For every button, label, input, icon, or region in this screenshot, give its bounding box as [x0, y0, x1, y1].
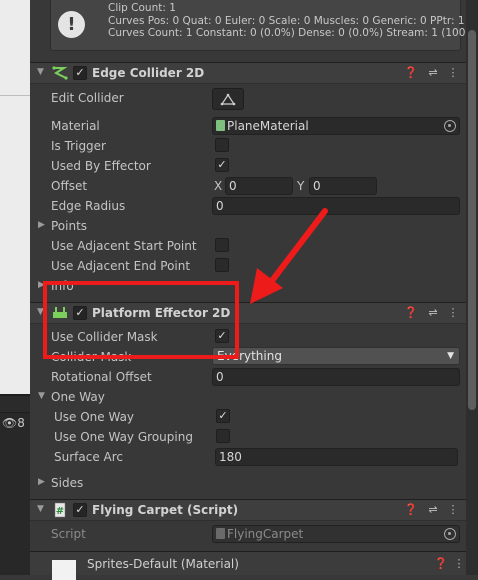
script-row: Script FlyingCarpet: [30, 524, 466, 544]
fold-arrow-icon[interactable]: ▼: [37, 504, 44, 514]
curves-pos-text: Curves Pos: 0 Quat: 0 Euler: 0 Scale: 0 …: [108, 14, 465, 27]
edit-collider-button[interactable]: [212, 88, 244, 110]
script-label: Script: [51, 527, 86, 541]
annotation-highlight-box: [43, 281, 239, 359]
rotational-offset-row: Rotational Offset 0: [30, 367, 466, 387]
more-menu-icon[interactable]: ⋮: [446, 66, 460, 80]
adjacent-end-row: Use Adjacent End Point: [30, 256, 466, 276]
use-one-way-grouping-label: Use One Way Grouping: [54, 430, 193, 444]
more-menu-icon[interactable]: ⋮: [446, 306, 460, 320]
use-one-way-label: Use One Way: [54, 410, 135, 424]
offset-row: Offset X 0 Y 0: [30, 176, 466, 196]
fold-arrow-icon[interactable]: ▼: [37, 67, 44, 77]
offset-y-field[interactable]: 0: [309, 177, 377, 195]
rotational-offset-field[interactable]: 0: [212, 368, 460, 386]
is-trigger-label: Is Trigger: [51, 139, 106, 153]
use-one-way-row: Use One Way ✓: [30, 407, 466, 427]
visibility-eye-icon[interactable]: 👁8: [0, 413, 30, 433]
surface-arc-field[interactable]: 180: [215, 448, 458, 466]
component-title: Flying Carpet (Script): [92, 503, 239, 517]
adjacent-start-label: Use Adjacent Start Point: [51, 239, 197, 253]
adjacent-end-checkbox[interactable]: [215, 258, 229, 272]
use-one-way-grouping-checkbox[interactable]: [216, 429, 230, 443]
object-picker-icon: [444, 528, 456, 540]
points-row[interactable]: ▶ Points: [30, 216, 466, 236]
edit-polygon-icon: [220, 93, 236, 106]
flying-carpet-header[interactable]: ▼ # ✓ Flying Carpet (Script) ❓ ⇌ ⋮: [30, 499, 466, 521]
physics-material-icon: [216, 120, 225, 131]
edge-radius-label: Edge Radius: [51, 199, 126, 213]
collapse-arrow-icon[interactable]: ▼: [38, 391, 45, 401]
offset-x-field[interactable]: 0: [225, 177, 293, 195]
one-way-label: One Way: [51, 390, 105, 404]
points-label: Points: [51, 219, 88, 233]
expand-arrow-icon[interactable]: ▶: [38, 220, 45, 230]
preset-icon[interactable]: ⇌: [426, 306, 440, 320]
dropdown-arrow-icon: ▼: [447, 351, 454, 361]
object-picker-icon[interactable]: [444, 120, 456, 132]
edge-radius-row: Edge Radius 0: [30, 196, 466, 216]
use-one-way-grouping-row: Use One Way Grouping: [30, 427, 466, 447]
help-icon[interactable]: ❓: [404, 66, 418, 80]
animation-info-box: ! Clip Count: 1 Curves Pos: 0 Quat: 0 Eu…: [50, 0, 478, 51]
more-menu-icon[interactable]: ⋮: [446, 503, 460, 517]
edge-collider-icon: [52, 66, 68, 80]
help-icon[interactable]: ❓: [434, 557, 448, 571]
adjacent-start-row: Use Adjacent Start Point: [30, 236, 466, 256]
component-enabled-checkbox[interactable]: ✓: [73, 66, 87, 80]
scrollbar[interactable]: [466, 0, 478, 575]
component-enabled-checkbox[interactable]: ✓: [73, 503, 87, 517]
material-row: Material PlaneMaterial: [30, 116, 466, 136]
scene-view-area[interactable]: [0, 0, 30, 395]
expand-arrow-icon[interactable]: ▶: [38, 477, 45, 487]
help-icon[interactable]: ❓: [404, 306, 418, 320]
preset-icon[interactable]: ⇌: [426, 503, 440, 517]
offset-label: Offset: [51, 179, 88, 193]
adjacent-start-checkbox[interactable]: [215, 238, 229, 252]
rotational-offset-label: Rotational Offset: [51, 370, 152, 384]
hidden-count: 8: [17, 416, 25, 430]
sides-row[interactable]: ▶ Sides: [30, 473, 466, 493]
adjacent-end-label: Use Adjacent End Point: [51, 259, 191, 273]
edit-collider-label: Edit Collider: [51, 91, 124, 105]
preset-icon[interactable]: ⇌: [426, 66, 440, 80]
script-value: FlyingCarpet: [227, 527, 304, 541]
curves-count-text: Curves Count: 1 Constant: 0 (0.0%) Dense…: [108, 27, 478, 39]
component-title: Edge Collider 2D: [92, 66, 205, 80]
edge-collider-header[interactable]: ▼ ✓ Edge Collider 2D ❓ ⇌ ⋮: [30, 62, 466, 84]
help-icon[interactable]: ❓: [404, 503, 418, 517]
use-one-way-checkbox[interactable]: ✓: [216, 409, 230, 423]
used-by-effector-row: Used By Effector ✓: [30, 156, 466, 176]
script-field: FlyingCarpet: [212, 525, 460, 543]
material-label: Material: [51, 119, 100, 133]
hierarchy-panel: 👁8: [0, 0, 30, 575]
more-menu-icon[interactable]: ⋮: [452, 557, 466, 571]
is-trigger-checkbox[interactable]: [215, 138, 229, 152]
material-title: Sprites-Default (Material): [87, 557, 239, 571]
is-trigger-row: Is Trigger: [30, 136, 466, 156]
info-icon: !: [58, 11, 85, 38]
surface-arc-label: Surface Arc: [54, 450, 124, 464]
surface-arc-row: Surface Arc 180: [30, 447, 466, 467]
svg-text:#: #: [56, 506, 64, 517]
scrollbar-thumb[interactable]: [468, 30, 476, 410]
clip-count-text: Clip Count: 1: [108, 2, 176, 14]
used-by-effector-label: Used By Effector: [51, 159, 151, 173]
material-footer[interactable]: Sprites-Default (Material) ❓ ⋮: [30, 551, 466, 580]
collider-mask-dropdown[interactable]: Everything ▼: [212, 347, 460, 365]
script-icon: #: [54, 502, 66, 518]
used-by-effector-checkbox[interactable]: ✓: [215, 158, 229, 172]
edge-radius-field[interactable]: 0: [212, 197, 460, 215]
panel-divider: [0, 395, 30, 413]
material-value: PlaneMaterial: [227, 119, 309, 133]
script-file-icon: [216, 528, 225, 539]
offset-y-label: Y: [297, 179, 305, 193]
edit-collider-row: Edit Collider: [30, 88, 466, 110]
material-field[interactable]: PlaneMaterial: [212, 117, 460, 135]
material-preview-thumbnail: [52, 560, 76, 580]
inspector-panel: ! Clip Count: 1 Curves Pos: 0 Quat: 0 Eu…: [30, 0, 478, 580]
offset-x-label: X: [214, 179, 223, 193]
sides-label: Sides: [51, 476, 84, 490]
one-way-foldout[interactable]: ▼ One Way: [30, 387, 466, 407]
